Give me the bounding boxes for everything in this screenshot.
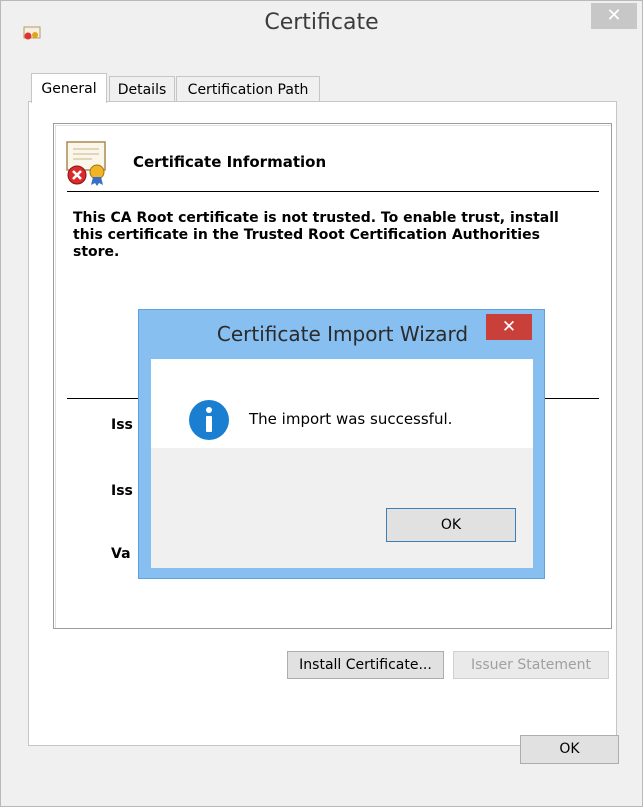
heading-separator (67, 191, 599, 192)
untrusted-warning-text: This CA Root certificate is not trusted.… (73, 210, 559, 260)
import-success-message: The import was successful. (249, 410, 453, 428)
issued-to-label: Iss (111, 417, 133, 433)
dialog-ok-button[interactable]: OK (386, 508, 516, 542)
issuer-statement-button[interactable]: Issuer Statement (453, 651, 609, 679)
information-icon (189, 400, 229, 440)
window-close-button[interactable]: ✕ (591, 3, 637, 29)
certificate-untrusted-icon (66, 141, 106, 186)
title-bar[interactable]: Certificate ✕ (1, 1, 642, 45)
dialog-title[interactable]: Certificate Import Wizard (139, 310, 546, 360)
certificate-window: Certificate ✕ General Details Certificat… (0, 0, 643, 807)
import-wizard-dialog: Certificate Import Wizard ✕ The import w… (138, 309, 545, 579)
ok-button[interactable]: OK (520, 735, 619, 764)
certificate-info-heading: Certificate Information (133, 153, 327, 171)
dialog-close-button[interactable]: ✕ (486, 314, 532, 340)
tab-certification-path[interactable]: Certification Path (176, 76, 320, 102)
issued-by-label: Iss (111, 483, 133, 499)
dialog-body: The import was successful. OK (151, 359, 533, 568)
tab-details[interactable]: Details (109, 76, 175, 102)
window-title: Certificate (264, 10, 379, 35)
install-certificate-button[interactable]: Install Certificate... (287, 651, 444, 679)
tab-general[interactable]: General (31, 73, 107, 103)
valid-from-label: Va (111, 546, 131, 562)
